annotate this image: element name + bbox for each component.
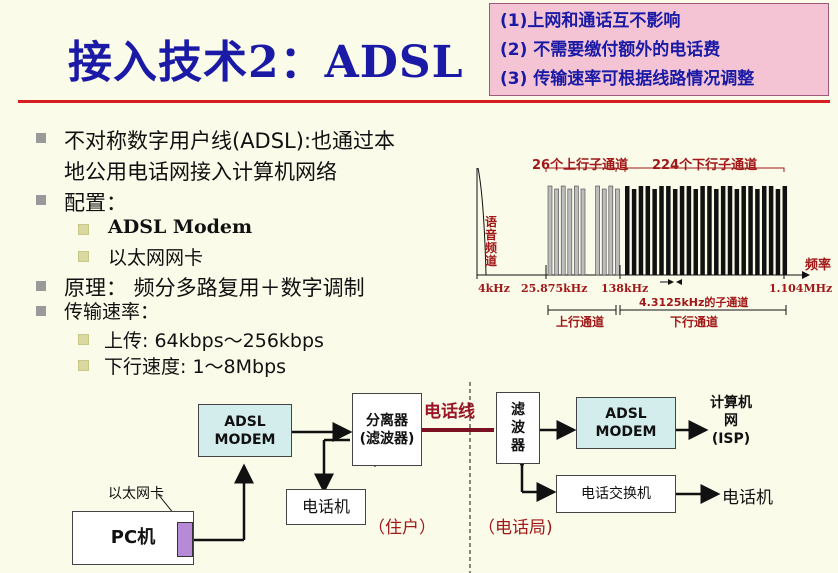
bullet-adsl-line1: 不对称数字用户线(ADSL):也通过本 [64,129,396,153]
tick-label-4khz: 4kHz [478,282,510,295]
splitter-box: 分离器 (滤波器) [352,393,422,466]
benefit-1: (1)上网和通话互不影响 [500,11,681,31]
bullet-marker [36,195,46,205]
tick-label-25khz: 25.875kHz [521,282,588,295]
voice-channel-label: 语音频道 [485,215,498,268]
downstream-bar [768,186,774,275]
downstream-bar [700,186,705,275]
downstream-bar [638,186,644,275]
sub-bullet-marker [78,224,89,235]
downstream-bar [666,186,671,275]
upstream-bar [615,188,620,276]
downstream-bar [672,189,678,275]
phone-residence-box: 电话机 [286,489,366,525]
downstream-bar [741,186,746,275]
bullet-adsl-line2: 地公用电话网接入计算机网络 [64,160,337,184]
benefit-3: (3) 传输速率可根据线路情况调整 [500,69,755,89]
nic-label: 以太网卡 [108,486,164,502]
downstream-bar [775,189,781,275]
office-label: （电话局) [478,518,553,538]
config-item-nic: 以太网网卡 [108,247,204,269]
rate-upload: 上传: 64kbps～256kbps [104,330,324,352]
downstream-bar [631,189,637,275]
downstream-bar [762,186,767,275]
bullet-config: 配置： [64,191,127,215]
exchange-box: 电话交换机 [556,475,676,513]
downstream-bar [734,189,740,275]
config-item-modem: ADSL Modem [108,216,253,238]
upstream-bar [554,188,559,276]
downstream-bar [755,189,760,275]
up-band-label: 上行通道 [556,315,605,329]
upstream-bar [574,185,579,276]
downstream-bar [645,186,651,275]
phone-line-label: 电话线 [424,402,475,422]
downstream-bar [727,186,733,275]
upstream-bar [567,188,573,276]
up-channels-label: 26个上行子通道 [532,158,629,173]
downstream-bar [720,186,726,275]
downstream-subchannel-bars [625,186,788,275]
down-channels-label: 224个下行子通道 [652,158,758,173]
title-divider [18,100,830,103]
downstream-bar [652,189,657,275]
downstream-bar [679,186,685,275]
upstream-bar [601,188,607,276]
downstream-bar [748,186,753,275]
upstream-bar [547,185,553,276]
sub-bullet-marker [78,360,89,371]
downstream-bar [782,186,788,275]
adsl-modem-left: ADSL MODEM [198,404,292,457]
benefit-2: (2) 不需要缴付额外的电话费 [500,40,721,60]
upstream-bar [608,185,614,276]
upstream-bar [560,185,566,276]
subchannel-arrow [676,279,682,285]
subchannel-arrow [668,279,674,285]
frequency-axis-label: 频率 [805,258,832,273]
downstream-bar [707,186,712,275]
subchannel-label: 4.3125kHz的子通道 [639,296,749,309]
down-band-label: 下行通道 [670,315,719,329]
bullet-marker [36,281,46,291]
isp-network-label: 计算机 网 (ISP) [710,395,752,447]
bullet-marker [36,306,46,316]
rate-download: 下行速度: 1～8Mbps [104,356,287,378]
filter-box: 滤 波 器 [496,392,540,464]
downstream-bar [714,189,719,275]
adsl-modem-right: ADSL MODEM [576,397,676,449]
upstream-bar [580,188,586,276]
pc-box: PC机 [72,511,194,565]
downstream-bar [686,186,692,275]
pc-label: PC机 [110,527,156,548]
bullet-rate: 传输速率： [64,301,160,323]
downstream-bar [625,186,630,275]
tick-label-1104mhz: 1.104MHz [769,282,833,295]
downstream-bar [693,189,698,275]
residence-label: （住户） [368,518,436,538]
sub-bullet-marker [78,334,89,345]
phone-office-label: 电话机 [722,488,773,508]
benefits-callout: (1)上网和通话互不影响 (2) 不需要缴付额外的电话费 (3) 传输速率可根据… [489,3,829,96]
bullet-marker [36,133,46,143]
sub-bullet-marker [78,251,89,262]
upstream-bar [595,185,600,276]
downstream-bar [659,186,664,275]
slide-title: 接入技术2：ADSL [68,37,464,88]
network-card-icon [177,522,193,557]
upstream-subchannel-bars [547,185,620,276]
